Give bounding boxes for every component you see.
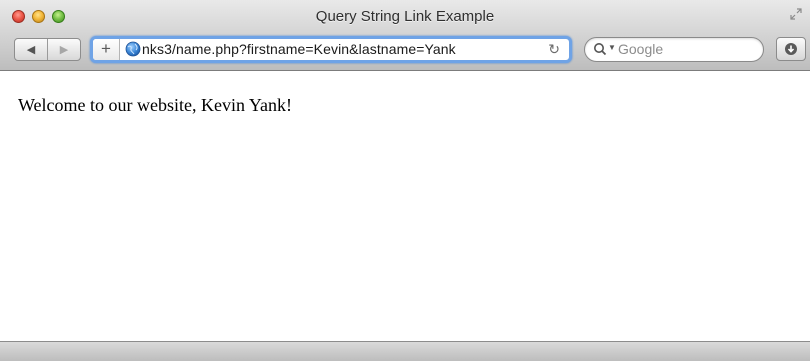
downloads-button[interactable] [776,37,806,61]
reload-icon[interactable]: ↻ [542,39,560,60]
download-icon [784,42,798,56]
back-button[interactable]: ◀ [15,39,48,60]
navigation-buttons: ◀ ▶ [14,38,81,61]
back-arrow-icon: ◀ [26,44,36,56]
welcome-message: Welcome to our website, Kevin Yank! [18,95,292,115]
window-title: Query String Link Example [315,8,495,25]
chevron-down-icon[interactable]: ▼ [608,43,616,52]
fullscreen-icon[interactable] [790,8,802,20]
search-placeholder: Google [618,41,664,57]
status-bar [0,341,810,361]
search-field[interactable]: ▼ Google [584,37,764,62]
forward-button[interactable]: ▶ [48,39,80,60]
address-text[interactable]: nks3/name.php?firstname=Kevin&lastname=Y… [142,39,456,60]
browser-window: Query String Link Example ◀ ▶ + nks3/nam… [0,0,810,361]
search-icon [593,42,607,56]
forward-arrow-icon: ▶ [59,44,69,56]
browser-toolbar: Query String Link Example ◀ ▶ + nks3/nam… [0,0,810,71]
globe-icon [125,41,141,57]
page-content: Welcome to our website, Kevin Yank! [0,71,810,341]
add-tab-button[interactable]: + [93,39,120,60]
address-bar[interactable]: + nks3/name.php?firstname=Kevin&lastname… [90,36,572,63]
